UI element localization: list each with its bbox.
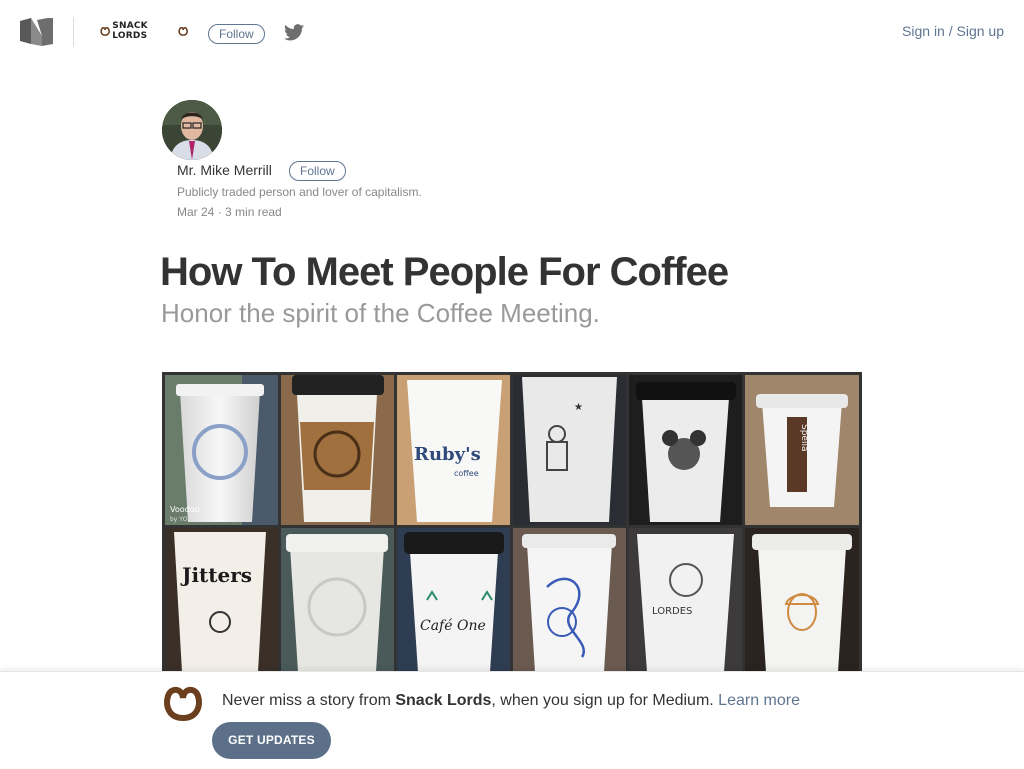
cup-photo-embossed (281, 528, 394, 672)
coffee-cups-collage: Voodoo by YOU Ruby's coffee ★ Spella Jit… (165, 375, 859, 672)
cup-photo-monogram (513, 528, 626, 672)
article-title: How To Meet People For Coffee (160, 250, 729, 294)
author-photo (162, 100, 222, 160)
cup-photo-lords: LORDES (629, 528, 742, 672)
svg-text:Spella: Spella (799, 424, 809, 451)
follow-author-button[interactable]: Follow (289, 161, 346, 181)
svg-text:by YOU: by YOU (170, 516, 192, 523)
cup-photo-robot: ★ (513, 375, 626, 525)
medium-logo-icon[interactable] (20, 18, 53, 46)
publication-logo[interactable]: SNACK LORDS (100, 19, 188, 43)
cup-photo-sleeve (281, 375, 394, 525)
signin-link[interactable]: Sign in (902, 23, 945, 39)
cup-photo-acorn (745, 528, 859, 672)
banner-message: Never miss a story from Snack Lords, whe… (222, 692, 800, 710)
cup-photo-jitters: Jitters (165, 528, 278, 672)
banner-text-before: Never miss a story from (222, 692, 396, 709)
signup-banner: Never miss a story from Snack Lords, whe… (0, 671, 1024, 769)
snack-lords-pretzel-icon (164, 686, 202, 722)
cup-photo-spella: Spella (745, 375, 859, 525)
author-name[interactable]: Mr. Mike Merrill (177, 162, 272, 178)
author-bio: Publicly traded person and lover of capi… (177, 185, 422, 199)
banner-text-after: , when you sign up for Medium. (491, 692, 719, 709)
cup-photo-rubys: Ruby's coffee (397, 375, 510, 525)
author-avatar[interactable] (162, 100, 222, 160)
follow-publication-button[interactable]: Follow (208, 24, 265, 44)
publication-name: SNACK LORDS (112, 21, 148, 41)
get-updates-button[interactable]: GET UPDATES (212, 722, 331, 759)
top-navigation-bar: SNACK LORDS Follow Sign in / Sign up (0, 0, 1024, 64)
post-date: Mar 24 (177, 205, 215, 219)
article-subtitle: Honor the spirit of the Coffee Meeting. (161, 298, 600, 328)
svg-text:Voodoo: Voodoo (170, 505, 200, 514)
cup-photo-voodoo: Voodoo by YOU (165, 375, 278, 525)
read-time: 3 min read (225, 205, 282, 219)
pretzel-icon (178, 27, 188, 36)
svg-text:★: ★ (574, 402, 583, 413)
svg-text:LORDES: LORDES (652, 606, 692, 617)
auth-separator: / (944, 23, 957, 39)
svg-text:Ruby's: Ruby's (414, 444, 481, 465)
divider (73, 17, 74, 47)
cup-photo-cafe-one: Café One (397, 528, 510, 672)
learn-more-link[interactable]: Learn more (718, 692, 800, 709)
pretzel-icon (100, 27, 110, 36)
svg-text:Jitters: Jitters (180, 563, 252, 587)
post-meta: Mar 24 · 3 min read (177, 205, 282, 219)
coffee-cups-image[interactable]: Voodoo by YOU Ruby's coffee ★ Spella Jit… (162, 372, 862, 672)
meta-separator: · (214, 205, 226, 219)
cup-photo-mouse (629, 375, 742, 525)
auth-links: Sign in / Sign up (902, 23, 1004, 39)
twitter-icon[interactable] (284, 24, 304, 41)
svg-text:coffee: coffee (454, 469, 479, 478)
svg-text:Café One: Café One (420, 618, 486, 634)
banner-publication: Snack Lords (395, 692, 492, 709)
signup-link[interactable]: Sign up (957, 23, 1004, 39)
